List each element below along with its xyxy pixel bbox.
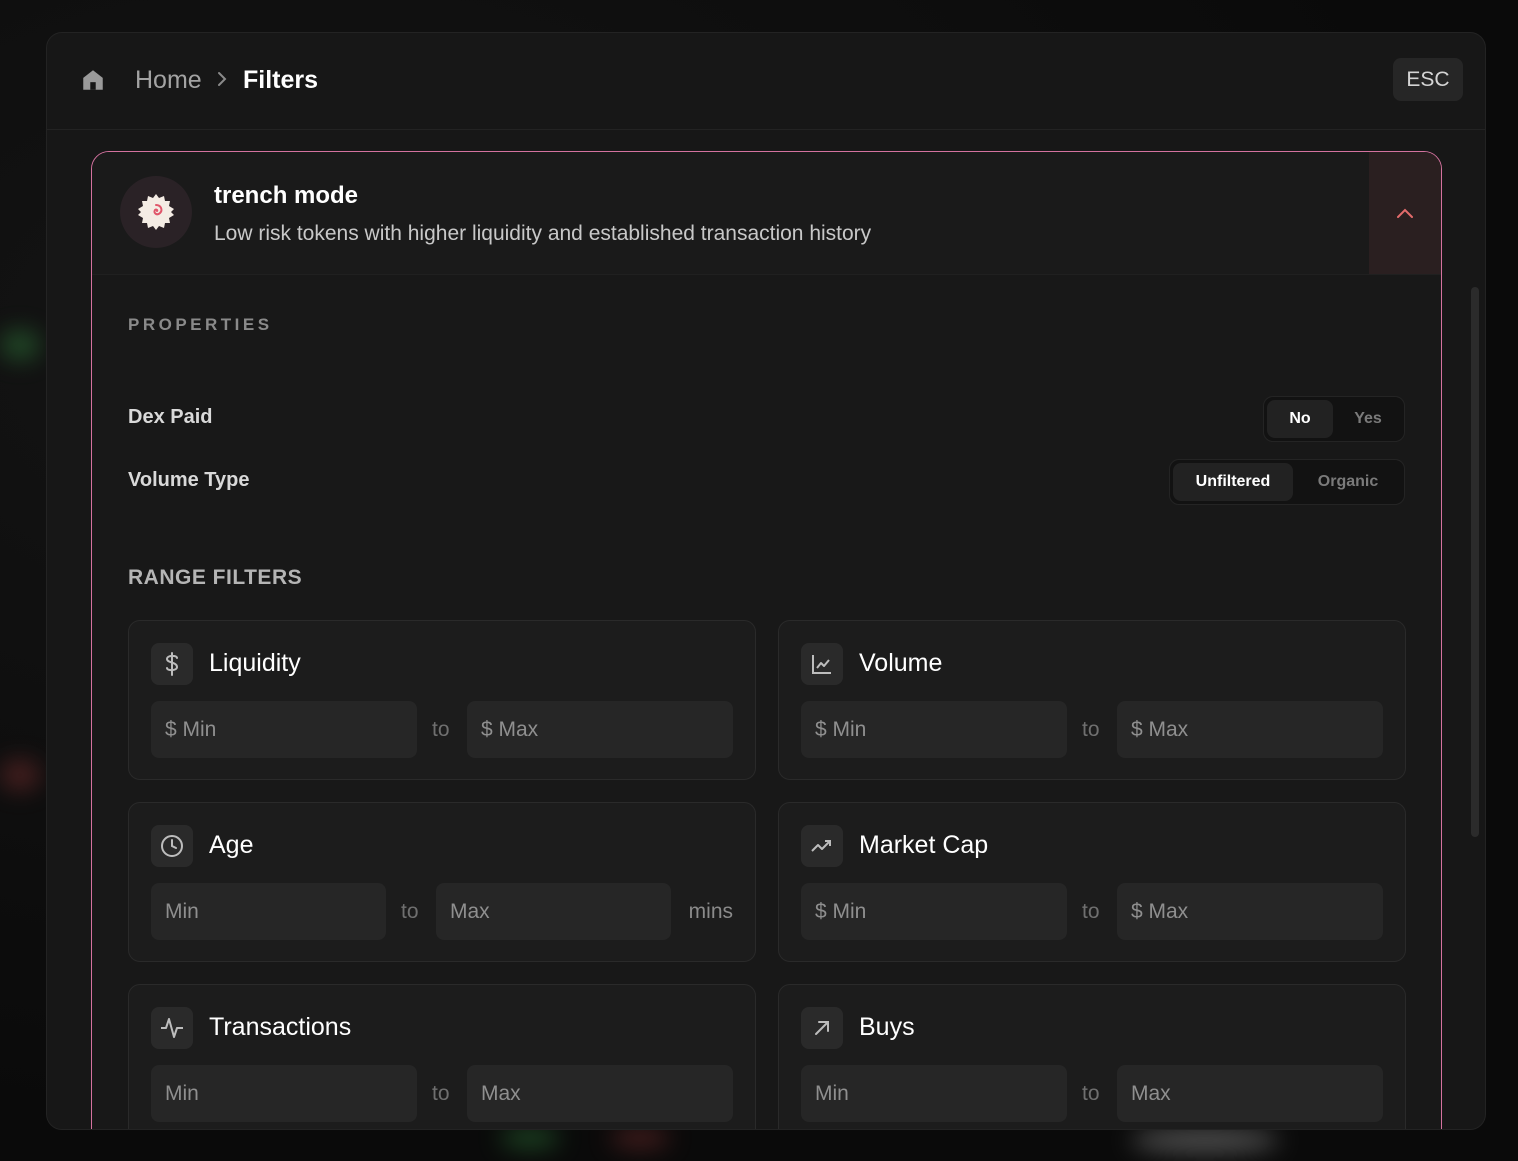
volume-title: Volume (859, 649, 943, 677)
dex-paid-yes[interactable]: Yes (1335, 400, 1401, 438)
market-cap-filter: Market Cap $ Min to $ Max (778, 802, 1406, 962)
collapse-button[interactable] (1369, 152, 1441, 274)
volume-to-label: to (1082, 718, 1100, 741)
chevron-up-icon (1397, 208, 1413, 218)
age-title: Age (209, 831, 254, 859)
volume-min-input[interactable]: $ Min (801, 701, 1067, 758)
dex-paid-no[interactable]: No (1267, 400, 1333, 438)
preset-card: trench mode Low risk tokens with higher … (91, 151, 1442, 1129)
liquidity-max-input[interactable]: $ Max (467, 701, 733, 758)
volume-filter: Volume $ Min to $ Max (778, 620, 1406, 780)
dex-paid-toggle: No Yes (1263, 396, 1405, 442)
preset-title: trench mode (214, 182, 359, 209)
filters-modal: Home Filters ESC trench mode Low risk to… (46, 32, 1486, 1130)
range-filters-heading: RANGE FILTERS (128, 566, 303, 589)
transactions-to-label: to (432, 1082, 450, 1105)
chevron-right-icon (218, 72, 227, 86)
narutomaki-icon (138, 194, 174, 230)
buys-max-input[interactable]: Max (1117, 1065, 1383, 1122)
chart-line-icon (801, 643, 843, 685)
arrow-up-right-icon (801, 1007, 843, 1049)
market-cap-to-label: to (1082, 900, 1100, 923)
preset-avatar (120, 176, 192, 248)
market-cap-max-input[interactable]: $ Max (1117, 883, 1383, 940)
activity-icon (151, 1007, 193, 1049)
age-filter: Age Min to Max mins (128, 802, 756, 962)
transactions-filter: Transactions Min to Max (128, 984, 756, 1129)
buys-filter: Buys Min to Max (778, 984, 1406, 1129)
dex-paid-label: Dex Paid (128, 406, 213, 428)
modal-header: Home Filters ESC (47, 33, 1485, 130)
breadcrumb-current: Filters (243, 66, 319, 94)
breadcrumb-home[interactable]: Home (135, 66, 202, 95)
market-cap-min-input[interactable]: $ Min (801, 883, 1067, 940)
transactions-min-input[interactable]: Min (151, 1065, 417, 1122)
market-cap-title: Market Cap (859, 831, 989, 859)
age-unit-label: mins (688, 900, 733, 923)
preset-card-header[interactable]: trench mode Low risk tokens with higher … (92, 152, 1441, 275)
volume-type-row: Volume Type Unfiltered Organic (128, 459, 1405, 505)
scrollbar[interactable] (1471, 287, 1479, 837)
properties-heading: PROPERTIES (128, 315, 273, 334)
age-min-input[interactable]: Min (151, 883, 386, 940)
preset-description: Low risk tokens with higher liquidity an… (214, 222, 872, 245)
background-blur (610, 1128, 670, 1148)
transactions-max-input[interactable]: Max (467, 1065, 733, 1122)
background-blur (0, 760, 40, 790)
liquidity-to-label: to (432, 718, 450, 741)
age-max-input[interactable]: Max (436, 883, 671, 940)
buys-to-label: to (1082, 1082, 1100, 1105)
liquidity-filter: Liquidity $ Min to $ Max (128, 620, 756, 780)
home-icon[interactable] (80, 67, 106, 93)
volume-max-input[interactable]: $ Max (1117, 701, 1383, 758)
background-blur (0, 330, 40, 360)
volume-type-unfiltered[interactable]: Unfiltered (1173, 463, 1293, 501)
background-blur (500, 1128, 560, 1148)
trending-up-icon (801, 825, 843, 867)
age-to-label: to (401, 900, 419, 923)
dollar-icon (151, 643, 193, 685)
buys-title: Buys (859, 1013, 915, 1041)
transactions-title: Transactions (209, 1013, 352, 1041)
buys-min-input[interactable]: Min (801, 1065, 1067, 1122)
volume-type-toggle: Unfiltered Organic (1169, 459, 1405, 505)
dex-paid-row: Dex Paid No Yes (128, 396, 1405, 442)
liquidity-title: Liquidity (209, 649, 301, 677)
volume-type-organic[interactable]: Organic (1295, 463, 1401, 501)
liquidity-min-input[interactable]: $ Min (151, 701, 417, 758)
background-blur (1130, 1128, 1280, 1153)
volume-type-label: Volume Type (128, 469, 250, 491)
esc-button[interactable]: ESC (1393, 58, 1463, 101)
clock-icon (151, 825, 193, 867)
